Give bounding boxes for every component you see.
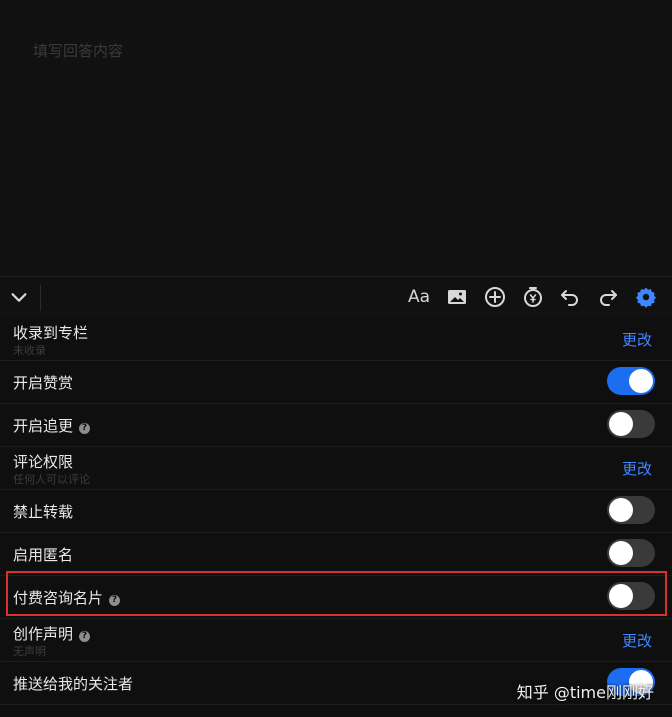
setting-sublabel: 未收录 bbox=[13, 344, 46, 357]
setting-label-text: 开启追更 bbox=[13, 417, 74, 435]
setting-sublabel: 任何人可以评论 bbox=[13, 473, 90, 486]
setting-label: 付费咨询名片? bbox=[13, 587, 121, 608]
watermark: 知乎 @time刚刚好 bbox=[516, 683, 654, 702]
undo-icon[interactable] bbox=[558, 285, 582, 309]
help-icon[interactable]: ? bbox=[79, 423, 91, 434]
toggle-knob bbox=[629, 369, 653, 393]
chevron-down-icon[interactable] bbox=[8, 286, 30, 308]
setting-label: 收录到专栏 bbox=[13, 324, 89, 342]
toggle-knob bbox=[609, 498, 633, 522]
setting-label: 评论权限 bbox=[13, 453, 74, 471]
settings-gear-icon[interactable] bbox=[634, 285, 658, 309]
help-icon[interactable]: ? bbox=[79, 631, 91, 642]
reward-icon[interactable] bbox=[521, 285, 545, 309]
setting-label: 推送给我的关注者 bbox=[13, 675, 134, 693]
setting-label-text: 创作声明 bbox=[13, 625, 74, 643]
answer-settings-list: 收录到专栏 未收录 更改 开启赞赏 开启追更? 评论权限 任何人可以评论 更改 … bbox=[0, 318, 672, 705]
setting-comments[interactable]: 评论权限 任何人可以评论 更改 bbox=[0, 447, 672, 490]
font-size-label: Aa bbox=[408, 287, 431, 307]
change-button[interactable]: 更改 bbox=[622, 329, 652, 350]
setting-label: 开启追更? bbox=[13, 415, 91, 436]
setting-column[interactable]: 收录到专栏 未收录 更改 bbox=[0, 318, 672, 361]
setting-label: 创作声明? bbox=[13, 623, 91, 644]
setting-reward: 开启赞赏 bbox=[0, 361, 672, 404]
paid-card-toggle[interactable] bbox=[607, 582, 655, 610]
no-repost-toggle[interactable] bbox=[607, 496, 655, 524]
setting-label: 禁止转载 bbox=[13, 503, 74, 521]
redo-icon[interactable] bbox=[596, 285, 620, 309]
image-icon[interactable] bbox=[445, 285, 469, 309]
answer-editor[interactable]: 填写回答内容 bbox=[0, 0, 672, 276]
anonymous-toggle[interactable] bbox=[607, 539, 655, 567]
toggle-knob bbox=[609, 541, 633, 565]
reward-toggle[interactable] bbox=[607, 367, 655, 395]
setting-sublabel: 无声明 bbox=[13, 645, 46, 658]
setting-label: 启用匿名 bbox=[13, 546, 74, 564]
editor-placeholder: 填写回答内容 bbox=[33, 42, 124, 60]
setting-paid-card: 付费咨询名片? bbox=[0, 576, 672, 619]
setting-anonymous: 启用匿名 bbox=[0, 533, 672, 576]
setting-no-repost: 禁止转载 bbox=[0, 490, 672, 533]
change-button[interactable]: 更改 bbox=[622, 630, 652, 651]
add-circle-icon[interactable] bbox=[483, 285, 507, 309]
toolbar-divider bbox=[40, 285, 41, 311]
setting-label: 开启赞赏 bbox=[13, 374, 74, 392]
editor-toolbar: Aa bbox=[0, 276, 672, 320]
change-button[interactable]: 更改 bbox=[622, 458, 652, 479]
help-icon[interactable]: ? bbox=[109, 595, 121, 606]
font-size-icon[interactable]: Aa bbox=[408, 285, 432, 309]
setting-declaration[interactable]: 创作声明? 无声明 更改 bbox=[0, 619, 672, 662]
followup-toggle[interactable] bbox=[607, 410, 655, 438]
setting-label-text: 付费咨询名片 bbox=[13, 589, 104, 607]
setting-followup: 开启追更? bbox=[0, 404, 672, 447]
toggle-knob bbox=[609, 412, 633, 436]
toggle-knob bbox=[609, 584, 633, 608]
